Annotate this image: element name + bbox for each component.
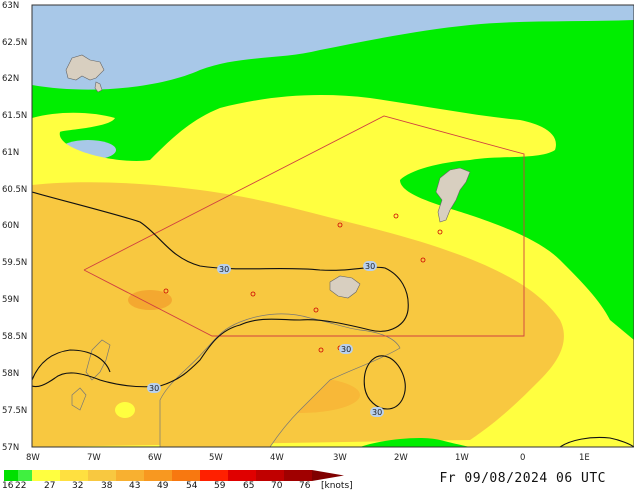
lat-label: 61.5N [2,111,27,121]
lat-label: 62.5N [2,38,27,48]
contour-label: 30 [149,384,159,393]
lon-label: 4W [270,453,284,463]
lat-label: 58.5N [2,332,27,342]
lon-label: 5W [209,453,223,463]
contour-label: 30 [365,262,375,271]
lon-label: 6W [148,453,162,463]
lat-label: 61N [2,148,19,158]
lat-label: 59N [2,295,19,305]
lat-label: 60.5N [2,185,27,195]
lat-label: 63N [2,1,19,11]
lon-label: 2W [394,453,408,463]
lat-label: 58N [2,369,19,379]
lat-label: 57N [2,443,19,453]
wind-map: 30 30 30 30 30 63N 62.5N 62N 61.5N 61N 6… [0,0,634,490]
lon-label: 8W [26,453,40,463]
lon-label: 7W [87,453,101,463]
lat-label: 59.5N [2,258,27,268]
latitude-axis: 63N 62.5N 62N 61.5N 61N 60.5N 60N 59.5N … [2,1,27,453]
contour-label: 30 [219,265,229,274]
lat-label: 60N [2,221,19,231]
lon-label: 3W [333,453,347,463]
lat-label: 57.5N [2,406,27,416]
valid-time-label: Fr 09/08/2024 06 UTC [439,471,606,486]
map-fields [32,5,634,447]
contour-label: 30 [372,408,382,417]
contour-label: 30 [341,345,351,354]
lon-label: 1E [579,453,590,463]
longitude-axis: 8W 7W 6W 5W 4W 3W 2W 1W 0 1E [26,453,590,463]
lat-label: 62N [2,74,19,84]
lon-label: 0 [520,453,525,463]
lon-label: 1W [455,453,469,463]
